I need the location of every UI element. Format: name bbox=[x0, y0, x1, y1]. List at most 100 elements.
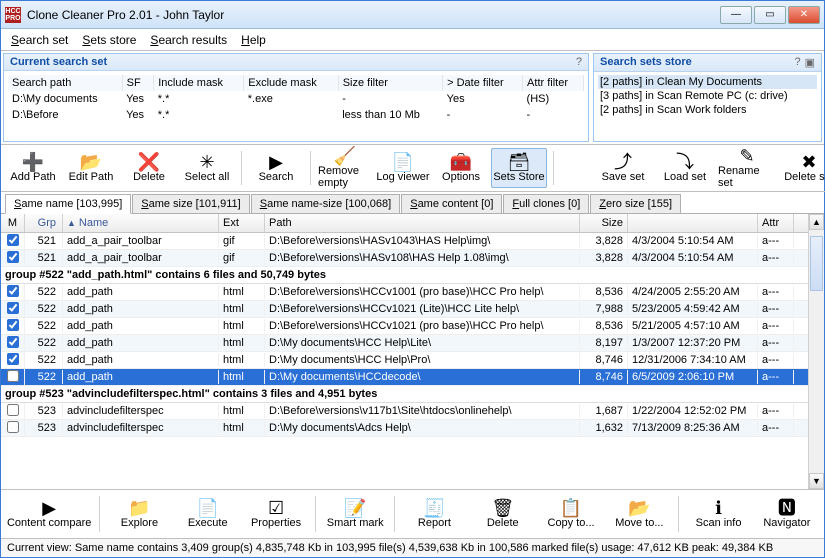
vertical-scrollbar[interactable]: ▲ ▼ bbox=[808, 214, 824, 489]
col-size[interactable]: Size bbox=[580, 214, 628, 232]
delete-set-button[interactable]: ✖Delete set bbox=[779, 148, 825, 188]
navigator-button[interactable]: 🅽Navigator bbox=[754, 493, 820, 535]
col-date[interactable] bbox=[628, 214, 758, 232]
sp-col: SF bbox=[122, 75, 154, 91]
table-row[interactable]: 522add_pathhtmlD:\My documents\HCC Help\… bbox=[1, 335, 808, 352]
tab[interactable]: Same name [103,995] bbox=[5, 194, 131, 214]
content-compare-button[interactable]: ▶Content compare bbox=[5, 493, 93, 535]
menu-help[interactable]: Help bbox=[235, 31, 272, 49]
menubar: Search setSets storeSearch resultsHelp bbox=[1, 29, 824, 51]
close-button[interactable]: ✕ bbox=[788, 6, 820, 24]
sp-col: Size filter bbox=[338, 75, 442, 91]
panel-help-icon[interactable]: ? bbox=[794, 56, 800, 69]
table-row[interactable]: 522add_pathhtmlD:\My documents\HCCdecode… bbox=[1, 369, 808, 386]
panel-title: Current search set bbox=[10, 56, 107, 68]
load-set-button[interactable]: ⤵Load set bbox=[655, 148, 715, 188]
panel-help-icon[interactable]: ? bbox=[576, 56, 582, 68]
search-button[interactable]: ▶Search bbox=[248, 148, 304, 188]
col-grp[interactable]: Grp bbox=[25, 214, 63, 232]
results-grid: M Grp ▲Name Ext Path Size Attr 521add_a_… bbox=[1, 214, 808, 489]
titlebar: HCCPRO Clone Cleaner Pro 2.01 - John Tay… bbox=[1, 1, 824, 29]
table-row[interactable]: 523advincludefilterspechtmlD:\My documen… bbox=[1, 420, 808, 437]
properties-button[interactable]: ☑Properties bbox=[243, 493, 309, 535]
search-path-row[interactable]: D:\BeforeYes*.*less than 10 Mb-- bbox=[8, 107, 584, 123]
table-row[interactable]: 522add_pathhtmlD:\Before\versions\HCCv10… bbox=[1, 284, 808, 301]
log-viewer-button-icon: 📄 bbox=[392, 153, 414, 171]
tab[interactable]: Same content [0] bbox=[401, 194, 502, 213]
sets-list-item[interactable]: [2 paths] in Clean My Documents bbox=[598, 75, 817, 89]
row-mark-checkbox[interactable] bbox=[7, 302, 19, 314]
tab[interactable]: Full clones [0] bbox=[503, 194, 589, 213]
sp-col: Exclude mask bbox=[244, 75, 338, 91]
rename-set-button-icon: ✎ bbox=[739, 147, 754, 165]
options-button[interactable]: 🧰Options bbox=[433, 148, 489, 188]
save-set-button[interactable]: ⤴Save set bbox=[593, 148, 653, 188]
remove-empty-button-icon: 🧹 bbox=[334, 147, 356, 165]
delete-row-button[interactable]: 🗑Delete bbox=[470, 493, 536, 535]
save-set-button-icon: ⤴ bbox=[614, 153, 632, 171]
row-mark-checkbox[interactable] bbox=[7, 353, 19, 365]
search-button-icon: ▶ bbox=[269, 153, 283, 171]
tab[interactable]: Zero size [155] bbox=[590, 194, 681, 213]
search-path-row[interactable]: D:\My documentsYes*.**.exe-Yes(HS) bbox=[8, 91, 584, 107]
scroll-up-button[interactable]: ▲ bbox=[809, 214, 824, 230]
maximize-button[interactable]: ▭ bbox=[754, 6, 786, 24]
sp-col: Attr filter bbox=[523, 75, 584, 91]
row-mark-checkbox[interactable] bbox=[7, 251, 19, 263]
scroll-thumb[interactable] bbox=[810, 236, 823, 291]
select-all-button[interactable]: ✳Select all bbox=[179, 148, 235, 188]
menu-search-set[interactable]: Search set bbox=[5, 31, 74, 49]
tab[interactable]: Same size [101,911] bbox=[132, 194, 249, 213]
table-row[interactable]: 521add_a_pair_toolbargifD:\Before\versio… bbox=[1, 233, 808, 250]
row-mark-checkbox[interactable] bbox=[7, 234, 19, 246]
smart-mark-button[interactable]: 📝Smart mark bbox=[322, 493, 388, 535]
tab[interactable]: Same name-size [100,068] bbox=[251, 194, 400, 213]
move-to-button[interactable]: 📂Move to... bbox=[606, 493, 672, 535]
row-mark-checkbox[interactable] bbox=[7, 319, 19, 331]
current-search-set-panel: Current search set ? Search pathSFInclud… bbox=[3, 53, 589, 142]
delete-path-button[interactable]: ❌Delete bbox=[121, 148, 177, 188]
scan-info-button-icon: ℹ bbox=[715, 499, 722, 517]
copy-to-button[interactable]: 📋Copy to... bbox=[538, 493, 604, 535]
col-name[interactable]: ▲Name bbox=[63, 214, 219, 232]
row-mark-checkbox[interactable] bbox=[7, 336, 19, 348]
report-button[interactable]: 🧾Report bbox=[401, 493, 467, 535]
explore-button[interactable]: 📁Explore bbox=[106, 493, 172, 535]
panel-close-icon[interactable]: ▣ bbox=[805, 56, 815, 69]
sets-list-item[interactable]: [3 paths] in Scan Remote PC (c: drive) bbox=[598, 89, 817, 103]
col-path[interactable]: Path bbox=[265, 214, 580, 232]
table-row[interactable]: 522add_pathhtmlD:\My documents\HCC Help\… bbox=[1, 352, 808, 369]
menu-search-results[interactable]: Search results bbox=[144, 31, 233, 49]
bottom-toolbar: ▶Content compare 📁Explore📄Execute☑Propert… bbox=[1, 489, 824, 538]
scroll-down-button[interactable]: ▼ bbox=[809, 473, 824, 489]
execute-button[interactable]: 📄Execute bbox=[175, 493, 241, 535]
sets-store-button[interactable]: 🗃Sets Store bbox=[491, 148, 547, 188]
table-row[interactable]: 521add_a_pair_toolbargifD:\Before\versio… bbox=[1, 250, 808, 267]
add-path-button-icon: ➕ bbox=[22, 153, 44, 171]
load-set-button-icon: ⤵ bbox=[676, 153, 694, 171]
table-row[interactable]: 522add_pathhtmlD:\Before\versions\HCCv10… bbox=[1, 301, 808, 318]
scan-info-button[interactable]: ℹScan info bbox=[685, 493, 751, 535]
row-mark-checkbox[interactable] bbox=[7, 404, 19, 416]
group-header-row: group #522 "add_path.html" contains 6 fi… bbox=[1, 267, 808, 284]
log-viewer-button[interactable]: 📄Log viewer bbox=[375, 148, 431, 188]
properties-button-icon: ☑ bbox=[268, 499, 284, 517]
col-m[interactable]: M bbox=[1, 214, 25, 232]
report-button-icon: 🧾 bbox=[423, 499, 445, 517]
col-attr[interactable]: Attr bbox=[758, 214, 794, 232]
menu-sets-store[interactable]: Sets store bbox=[76, 31, 142, 49]
edit-path-button[interactable]: 📂Edit Path bbox=[63, 148, 119, 188]
row-mark-checkbox[interactable] bbox=[7, 421, 19, 433]
add-path-button[interactable]: ➕Add Path bbox=[5, 148, 61, 188]
rename-set-button[interactable]: ✎Rename set bbox=[717, 148, 777, 188]
col-ext[interactable]: Ext bbox=[219, 214, 265, 232]
table-row[interactable]: 522add_pathhtmlD:\Before\versions\HCCv10… bbox=[1, 318, 808, 335]
table-row[interactable]: 523advincludefilterspechtmlD:\Before\ver… bbox=[1, 403, 808, 420]
row-mark-checkbox[interactable] bbox=[7, 370, 19, 382]
sets-list-item[interactable]: [2 paths] in Scan Work folders bbox=[598, 103, 817, 117]
row-mark-checkbox[interactable] bbox=[7, 285, 19, 297]
search-path-table: Search pathSFInclude maskExclude maskSiz… bbox=[8, 75, 584, 123]
search-sets-store-panel: Search sets store ?▣ [2 paths] in Clean … bbox=[593, 53, 822, 142]
remove-empty-button[interactable]: 🧹Remove empty bbox=[317, 148, 373, 188]
minimize-button[interactable]: — bbox=[720, 6, 752, 24]
